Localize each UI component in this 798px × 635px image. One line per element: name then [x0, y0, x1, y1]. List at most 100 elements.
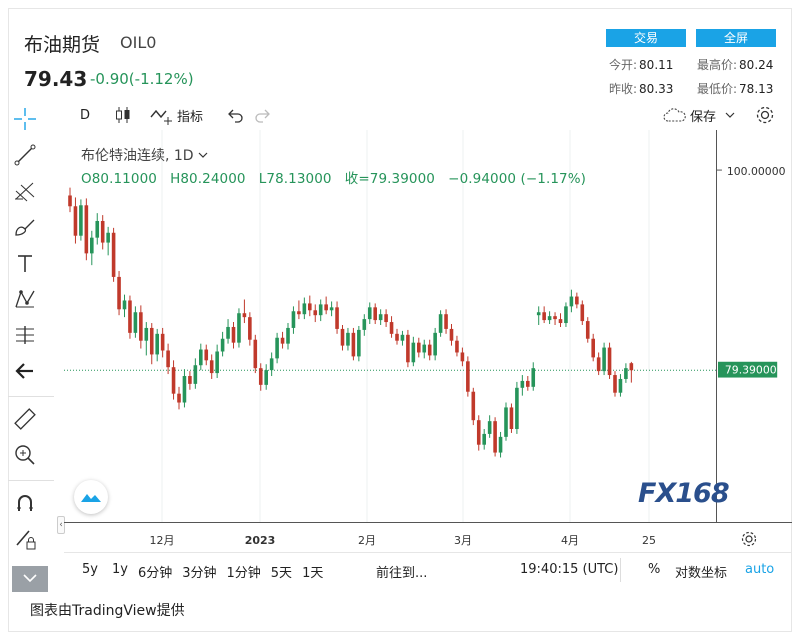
candle-body: [220, 338, 225, 352]
candle-body: [515, 387, 519, 430]
brush-icon: [15, 219, 35, 236]
zoom-tool[interactable]: [12, 442, 38, 468]
tradingview-logo-button[interactable]: [74, 480, 108, 514]
toolbar-divider: [8, 396, 54, 397]
candle-body: [395, 333, 399, 341]
pattern-tool[interactable]: [12, 286, 38, 312]
trend-line-tool[interactable]: [12, 142, 38, 168]
candle-body: [329, 307, 334, 311]
price-chart[interactable]: [64, 130, 716, 522]
trade-button[interactable]: 交易: [606, 29, 686, 47]
range-button[interactable]: 1分钟: [227, 562, 261, 581]
candle-body: [166, 350, 170, 368]
candle-body: [139, 312, 143, 341]
candle-body: [324, 304, 328, 311]
candle-type-button[interactable]: [114, 102, 132, 128]
redo-button[interactable]: [254, 102, 272, 128]
candle-body: [433, 332, 437, 356]
measure-tool[interactable]: [12, 322, 38, 348]
pitchfork-icon: [15, 182, 35, 202]
range-button[interactable]: 5天: [271, 562, 292, 581]
range-button[interactable]: 1天: [302, 562, 323, 581]
candle-body: [280, 337, 285, 344]
undo-button[interactable]: [226, 102, 244, 128]
indicators-button[interactable]: 指标: [150, 102, 203, 128]
candle-body: [575, 296, 579, 305]
last-price: 79.43: [24, 67, 88, 91]
candle-body: [498, 436, 503, 453]
candle-body: [466, 361, 470, 392]
candle-body: [493, 421, 497, 453]
percent-toggle[interactable]: %: [648, 562, 660, 577]
arrow-left-icon: [15, 363, 33, 379]
interval-button[interactable]: D: [80, 102, 90, 128]
log-scale-toggle[interactable]: 对数坐标: [675, 562, 727, 581]
hide-toolbar-tool[interactable]: [12, 358, 38, 384]
range-button[interactable]: 1y: [112, 562, 128, 581]
undo-icon: [228, 109, 243, 123]
long-position-icon: [16, 326, 34, 344]
goto-button[interactable]: 前往到...: [376, 562, 427, 581]
ruler-tool[interactable]: [12, 406, 38, 432]
range-button[interactable]: 6分钟: [138, 562, 172, 581]
candle-body: [264, 370, 268, 385]
candle-body: [144, 327, 149, 341]
candle-body: [209, 360, 214, 374]
candle-body: [618, 378, 623, 393]
save-button[interactable]: 保存: [662, 102, 738, 128]
candle-body: [460, 352, 465, 362]
text-icon: [18, 255, 32, 272]
range-button[interactable]: 3分钟: [182, 562, 216, 581]
candle-body: [547, 316, 552, 321]
fullscreen-button[interactable]: 全屏: [696, 29, 776, 47]
candle-body: [455, 340, 459, 353]
candle-body: [367, 307, 372, 320]
settings-button[interactable]: [754, 102, 776, 128]
text-tool[interactable]: [12, 250, 38, 276]
crosshair-tool[interactable]: [12, 106, 38, 132]
indicators-icon: [150, 109, 172, 125]
candle-body: [373, 307, 377, 321]
candle-body: [613, 375, 617, 393]
candle-body: [215, 351, 219, 374]
candle-body: [106, 232, 110, 243]
candle-body: [417, 342, 421, 353]
candle-body: [531, 368, 536, 387]
range-button[interactable]: 5y: [82, 562, 98, 581]
candle-body: [188, 376, 192, 384]
candle-body: [226, 326, 230, 339]
auto-scale-toggle[interactable]: auto: [745, 562, 774, 577]
brush-tool[interactable]: [12, 214, 38, 240]
candle-body: [569, 296, 574, 307]
stat-low: 最低价: 78.13: [697, 82, 774, 96]
candle-body: [389, 322, 394, 334]
bottom-divider: [64, 552, 792, 553]
candle-body: [171, 367, 176, 394]
axis-settings-button[interactable]: [740, 530, 758, 552]
indicators-label: 指标: [177, 109, 204, 125]
candle-body: [624, 368, 628, 379]
candle-body: [133, 312, 138, 333]
symbol-legend[interactable]: 布伦特油连续, 1D: [81, 145, 208, 165]
time-axis-tick-label: 25: [642, 534, 656, 547]
ohlc-legend: O80.11000 H80.24000 L78.13000 收=79.39000…: [81, 171, 587, 187]
candle-body: [291, 311, 296, 328]
lock-drawing-tool[interactable]: [12, 526, 38, 552]
candle-body: [591, 338, 595, 358]
fib-tool[interactable]: [12, 178, 38, 204]
magnet-tool[interactable]: [12, 490, 38, 516]
candle-body: [199, 349, 203, 366]
candle-body: [111, 232, 116, 277]
candle-body: [79, 205, 83, 236]
candle-body: [422, 344, 427, 353]
collapse-tools-button[interactable]: [12, 566, 48, 592]
tradingview-logo-icon: [81, 494, 101, 502]
price-axis[interactable]: 100.00000 79.39000: [716, 130, 792, 522]
fx168-watermark: FX168: [638, 478, 730, 509]
candle-body: [449, 328, 454, 341]
candle-body: [149, 327, 154, 355]
cloud-icon: [663, 108, 686, 122]
candle-body: [558, 319, 563, 324]
clock-label[interactable]: 19:40:15 (UTC): [520, 562, 618, 577]
candle-body: [564, 306, 568, 324]
